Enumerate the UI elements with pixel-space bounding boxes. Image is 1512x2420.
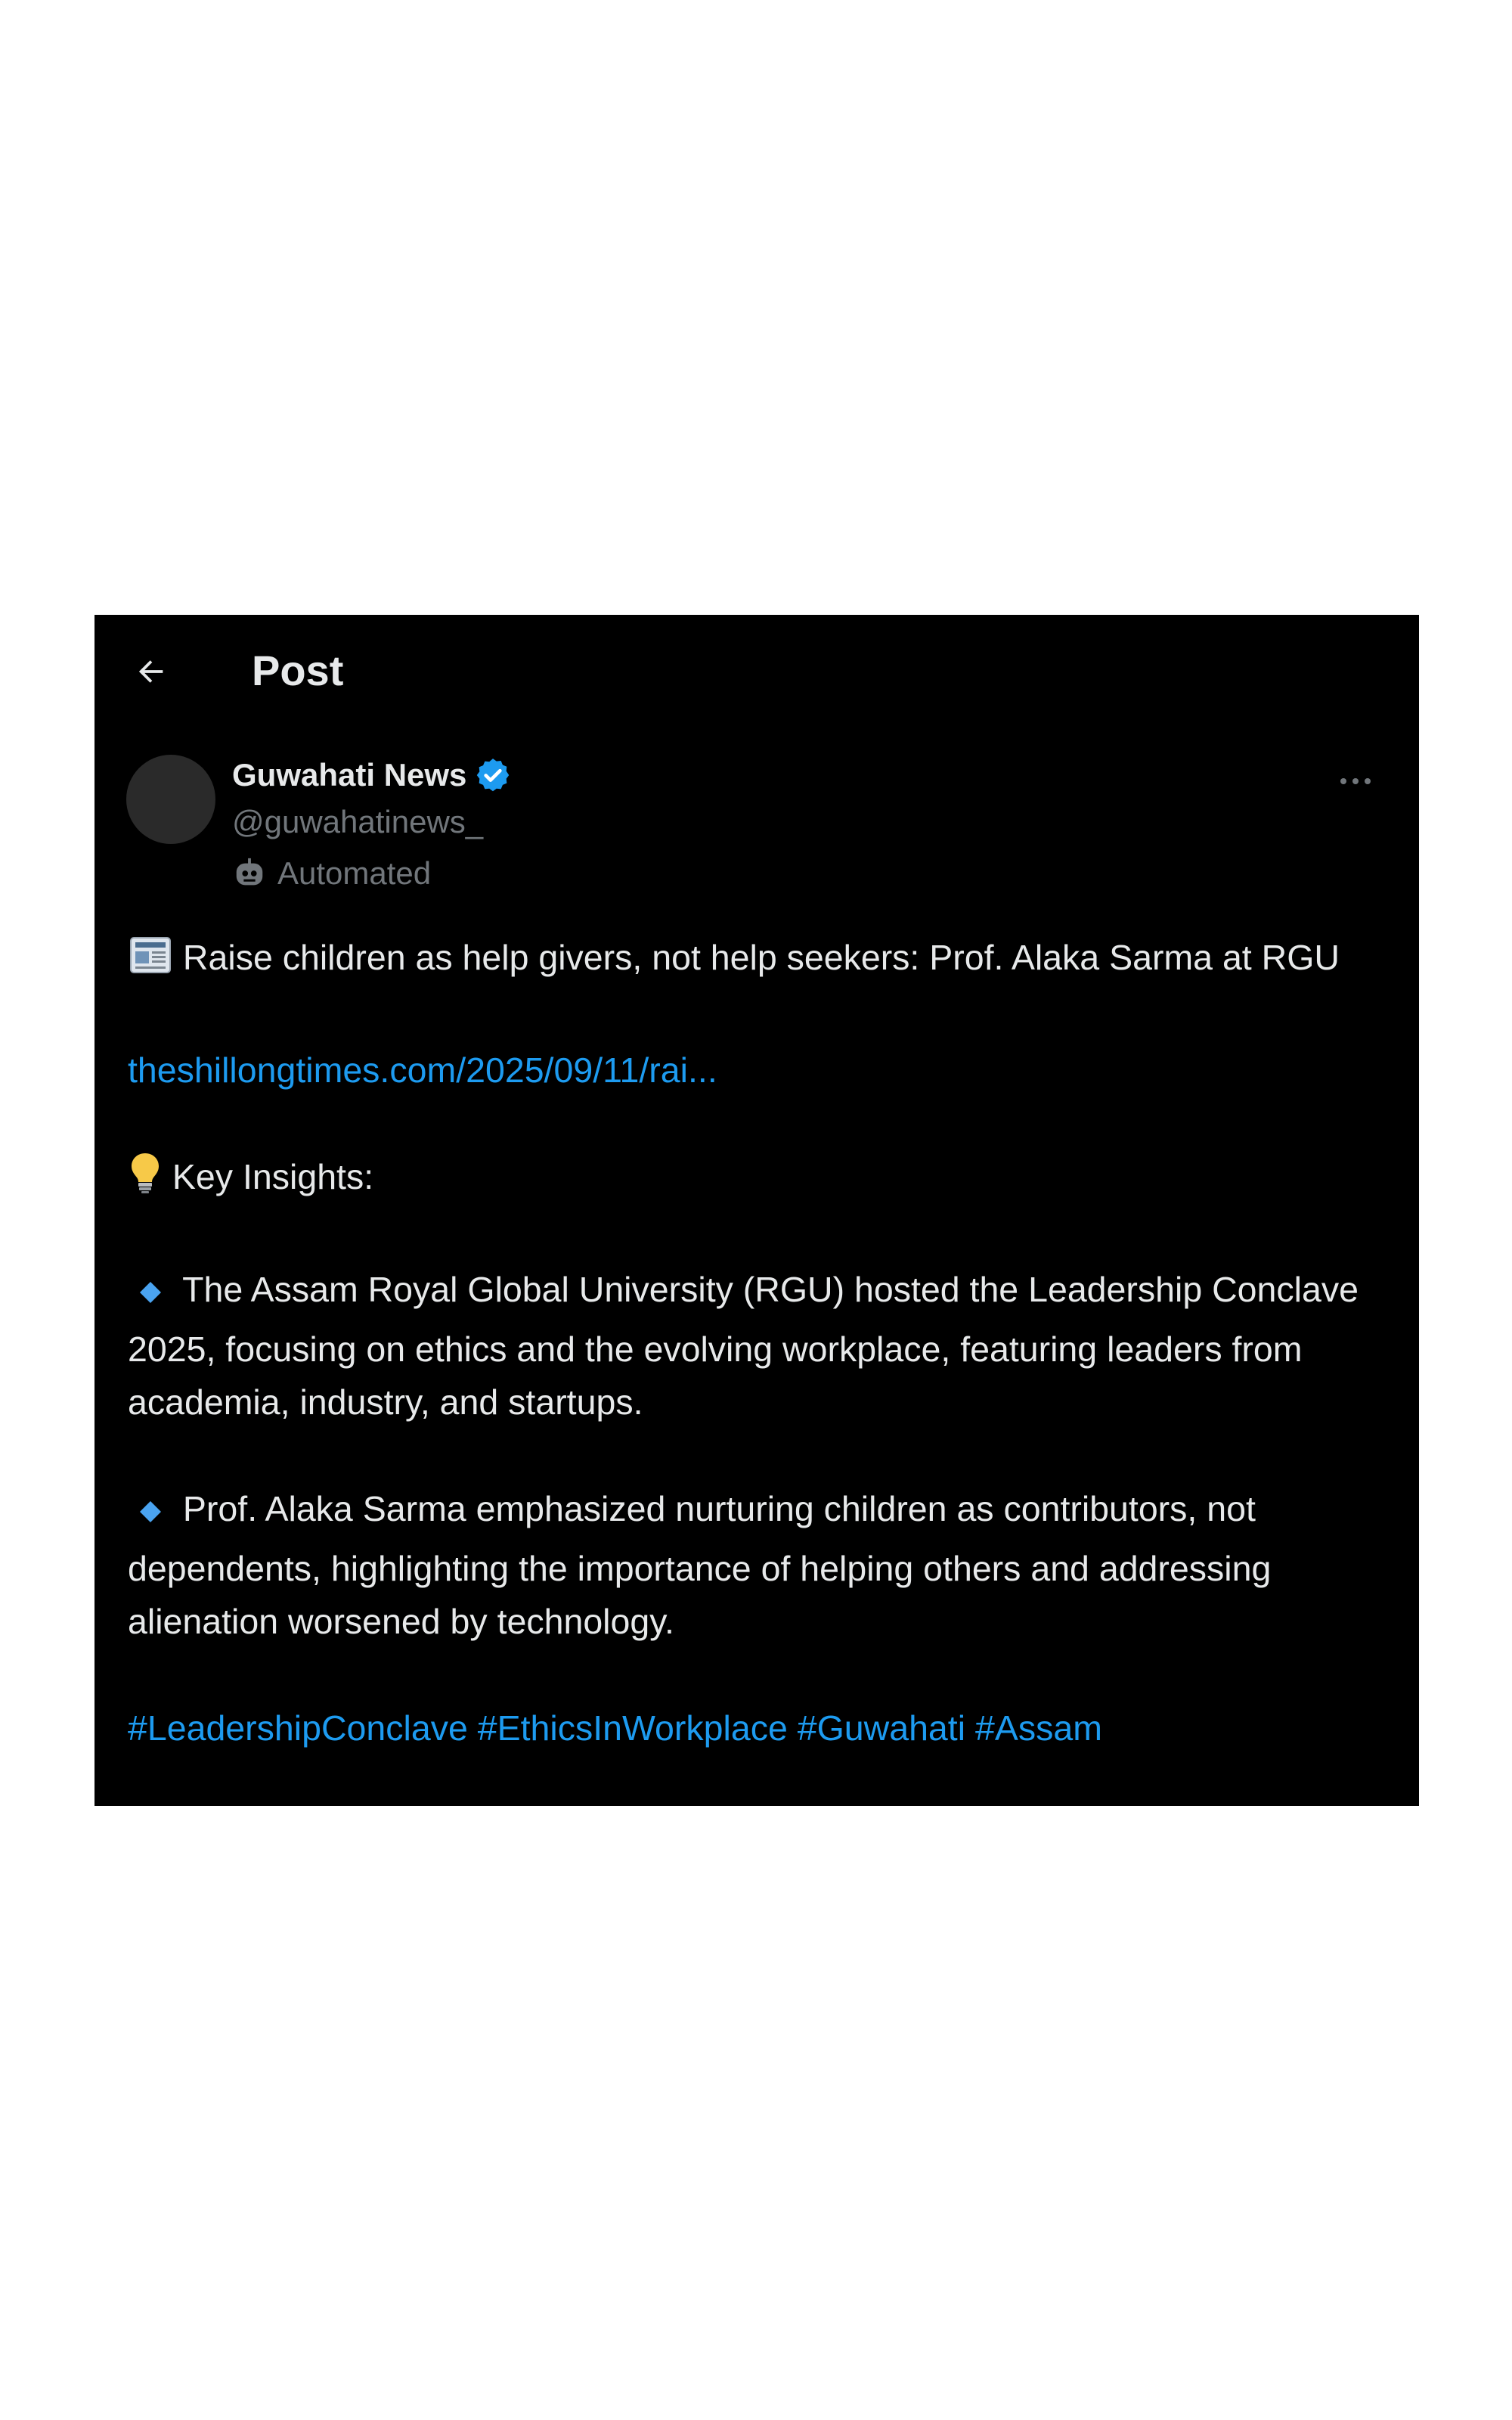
more-options-button[interactable] [1333,770,1378,793]
headline-text: Raise children as help givers, not help … [182,938,1340,977]
page-title: Post [252,647,344,694]
bullet-item: Prof. Alaka Sarma emphasized nurturing c… [128,1482,1381,1649]
newspaper-icon [128,935,173,991]
hashtag-link[interactable]: #Guwahati [798,1708,965,1748]
user-handle[interactable]: @guwahatinews_ [232,802,483,843]
article-link[interactable]: theshillongtimes.com/2025/09/11/rai... [128,1050,717,1090]
post-body: Raise children as help givers, not help … [128,931,1381,1755]
post-panel: Post Guwahati News @guwahatinews_ Automa… [94,615,1419,1806]
bot-icon [232,856,267,891]
display-name[interactable]: Guwahati News [232,755,466,796]
verified-badge-icon[interactable] [474,756,512,794]
headline-paragraph: Raise children as help givers, not help … [128,931,1381,991]
more-horizontal-icon [1340,778,1371,784]
blue-diamond-icon [128,1269,173,1323]
avatar[interactable] [126,755,215,844]
hashtag-link[interactable]: #EthicsInWorkplace [478,1708,788,1748]
automated-label-row: Automated [232,853,431,895]
lightbulb-icon [128,1151,163,1210]
post-author: Guwahati News @guwahatinews_ Automated [126,755,1389,906]
hashtags-paragraph: #LeadershipConclave #EthicsInWorkplace #… [128,1702,1381,1755]
insights-paragraph: Key Insights: [128,1150,1381,1210]
hashtag-link[interactable]: #LeadershipConclave [128,1708,468,1748]
bullet-text: Prof. Alaka Sarma emphasized nurturing c… [128,1489,1272,1641]
link-paragraph: theshillongtimes.com/2025/09/11/rai... [128,1044,1381,1097]
back-button[interactable] [125,645,178,698]
blue-diamond-icon [128,1488,173,1542]
name-row: Guwahati News [232,755,512,796]
automated-label: Automated [277,855,432,891]
bullet-item: The Assam Royal Global University (RGU) … [128,1263,1381,1429]
insights-heading: Key Insights: [172,1157,374,1196]
bullet-text: The Assam Royal Global University (RGU) … [128,1270,1359,1422]
arrow-left-icon [138,660,163,683]
hashtag-link[interactable]: #Assam [975,1708,1102,1748]
top-bar: Post [94,615,1419,728]
